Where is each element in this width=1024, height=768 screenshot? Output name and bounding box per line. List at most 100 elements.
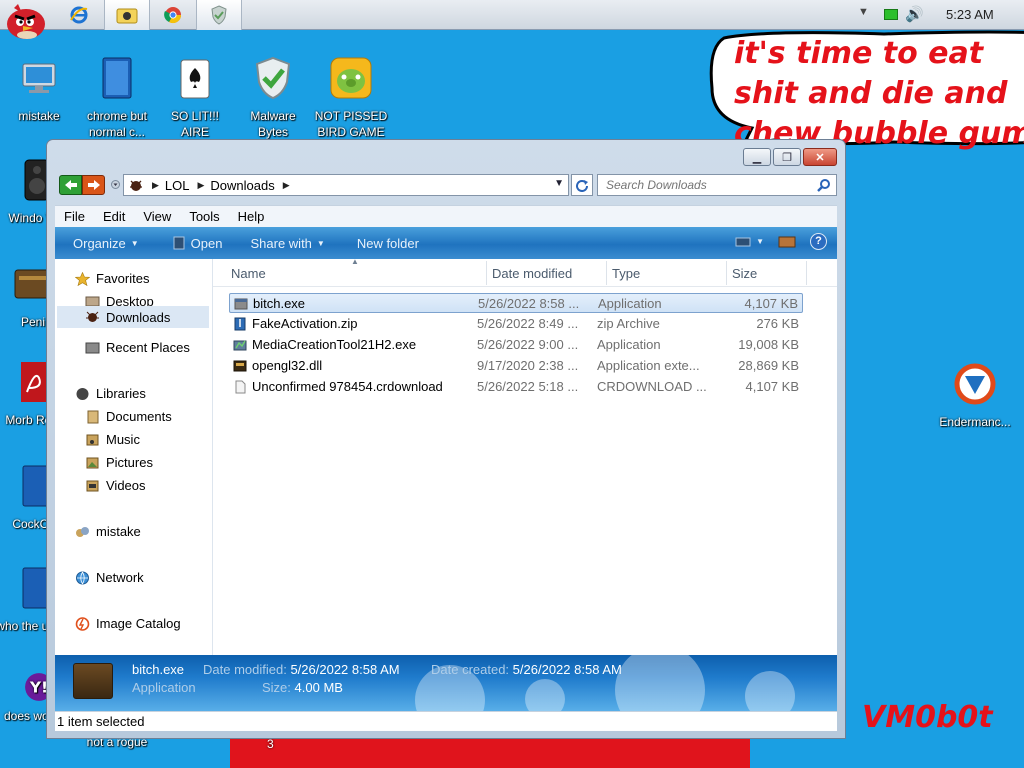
file-date: 5/26/2022 9:00 ... [477,337,579,352]
file-row[interactable]: FakeActivation.zip 5/26/2022 8:49 ... zi… [229,314,803,334]
address-history-dropdown-icon[interactable]: ▼ [554,178,564,189]
open-button[interactable]: Open [173,236,222,251]
image-catalog-icon [75,616,90,631]
videos-icon [86,480,99,491]
refresh-button[interactable] [571,174,593,196]
file-name: Unconfirmed 978454.crdownload [252,379,443,394]
chevron-down-icon: ▼ [316,238,325,248]
file-type: Application [597,337,661,352]
maximize-button[interactable]: ❐ [773,148,801,166]
recent-pages-dropdown-icon[interactable] [111,180,120,189]
file-name: bitch.exe [253,296,306,311]
column-divider[interactable] [726,261,727,285]
address-bar[interactable]: ▶ LOL ▶ Downloads ▶ ▼ [123,174,569,196]
libraries-icon [76,387,89,400]
desktop-icon-bird-game[interactable]: NOT PISSED BIRD GAME [312,56,390,140]
forward-button[interactable] [82,175,105,195]
taskbar-chrome-button[interactable] [150,0,196,30]
tray-overflow-chevron[interactable]: ▼ [858,6,869,18]
installer-icon [233,340,247,351]
file-thumbnail-icon [73,663,113,699]
change-view-button[interactable]: ▼ [735,236,764,248]
nav-homegroup[interactable]: mistake [75,524,141,539]
column-headers: ▲ Name Date modified Type Size [213,257,837,287]
nav-image-catalog[interactable]: Image Catalog [75,616,181,631]
breadcrumb-separator-icon[interactable]: ▶ [198,180,205,191]
file-name: opengl32.dll [252,358,323,373]
nav-documents[interactable]: Documents [85,409,172,424]
file-row[interactable]: opengl32.dll 9/17/2020 2:38 ... Applicat… [229,356,803,376]
sort-ascending-icon: ▲ [351,257,359,266]
preview-pane-icon[interactable] [778,236,796,248]
breadcrumb-downloads[interactable]: Downloads [210,178,274,193]
organize-button[interactable]: Organize ▼ [73,236,139,251]
column-divider[interactable] [486,261,487,285]
desktop-icon-endermanch[interactable]: Endermanc... [936,362,1014,430]
menu-edit[interactable]: Edit [94,209,134,224]
shield-icon [211,5,227,25]
share-with-button[interactable]: Share with ▼ [250,236,324,251]
desktop-icon-mistake[interactable]: mistake [0,56,78,124]
taskbar-security-button[interactable] [196,0,242,30]
column-divider[interactable] [806,261,807,285]
nav-network[interactable]: Network [75,570,144,585]
details-date-modified: Date modified: 5/26/2022 8:58 AM [203,662,400,677]
nav-videos[interactable]: Videos [85,478,146,493]
nav-recent-places[interactable]: Recent Places [85,340,190,355]
network-icon [76,571,89,584]
clock[interactable]: 5:23 AM [946,7,994,22]
menu-help[interactable]: Help [229,209,274,224]
new-folder-button[interactable]: New folder [357,236,419,251]
file-row[interactable]: bitch.exe 5/26/2022 8:58 ... Application… [229,293,803,313]
back-button[interactable] [59,175,82,195]
file-row[interactable]: MediaCreationTool21H2.exe 5/26/2022 9:00… [229,335,803,355]
column-name[interactable]: Name [231,266,266,281]
breadcrumb-lol[interactable]: LOL [165,178,190,193]
file-type: CRDOWNLOAD ... [597,379,707,394]
shield-check-icon [255,56,291,100]
menu-tools[interactable]: Tools [180,209,228,224]
details-pane: bitch.exe Application Date modified: 5/2… [55,655,837,711]
taskbar-explorer-button[interactable] [104,0,150,30]
taskbar: ▼ 🔊 5:23 AM [0,0,1024,30]
file-list-pane: ▲ Name Date modified Type Size bitch.exe… [213,257,837,655]
folder-bug-icon [130,180,142,191]
file-size: 28,869 KB [738,358,799,373]
desktop-icon-chrome[interactable]: chrome but normal c... [78,56,156,140]
column-divider[interactable] [606,261,607,285]
file-row[interactable]: Unconfirmed 978454.crdownload 5/26/2022 … [229,377,803,397]
nav-favorites[interactable]: Favorites [75,271,149,286]
column-date-modified[interactable]: Date modified [492,266,572,281]
file-size: 4,107 KB [745,379,800,394]
bad-piggies-icon [330,57,372,99]
taskbar-ie-button[interactable] [56,0,102,30]
help-icon[interactable]: ? [810,233,827,250]
column-size[interactable]: Size [732,266,757,281]
exe-icon [234,298,248,310]
file-name: MediaCreationTool21H2.exe [252,337,417,352]
nav-pictures[interactable]: Pictures [85,455,153,470]
endermanch-icon [954,363,996,405]
app-icon [173,236,185,250]
nav-music[interactable]: Music [85,432,140,447]
minimize-button[interactable]: ▁ [743,148,771,166]
angry-bird-icon [7,4,45,39]
volume-icon[interactable]: 🔊 [905,5,924,23]
breadcrumb-separator-icon[interactable]: ▶ [152,180,159,191]
file-size: 276 KB [756,316,799,331]
breadcrumb-separator-icon[interactable]: ▶ [283,180,290,191]
column-type[interactable]: Type [612,266,640,281]
menu-view[interactable]: View [134,209,180,224]
file-type: Application [598,296,662,311]
search-icon[interactable] [817,178,831,192]
battery-icon[interactable] [884,9,898,20]
nav-libraries[interactable]: Libraries [75,386,146,401]
details-file-type: Application [132,680,196,695]
close-button[interactable]: ✕ [803,148,837,166]
cartoon-number: 3 [267,737,274,751]
desktop-icon-malwarebytes[interactable]: Malware Bytes [234,56,312,140]
menu-file[interactable]: File [55,209,94,224]
search-input[interactable] [598,175,812,195]
desktop-icon-solitaire[interactable]: SO LIT!!! AIRE [156,56,234,140]
nav-downloads[interactable]: Downloads [57,306,209,328]
